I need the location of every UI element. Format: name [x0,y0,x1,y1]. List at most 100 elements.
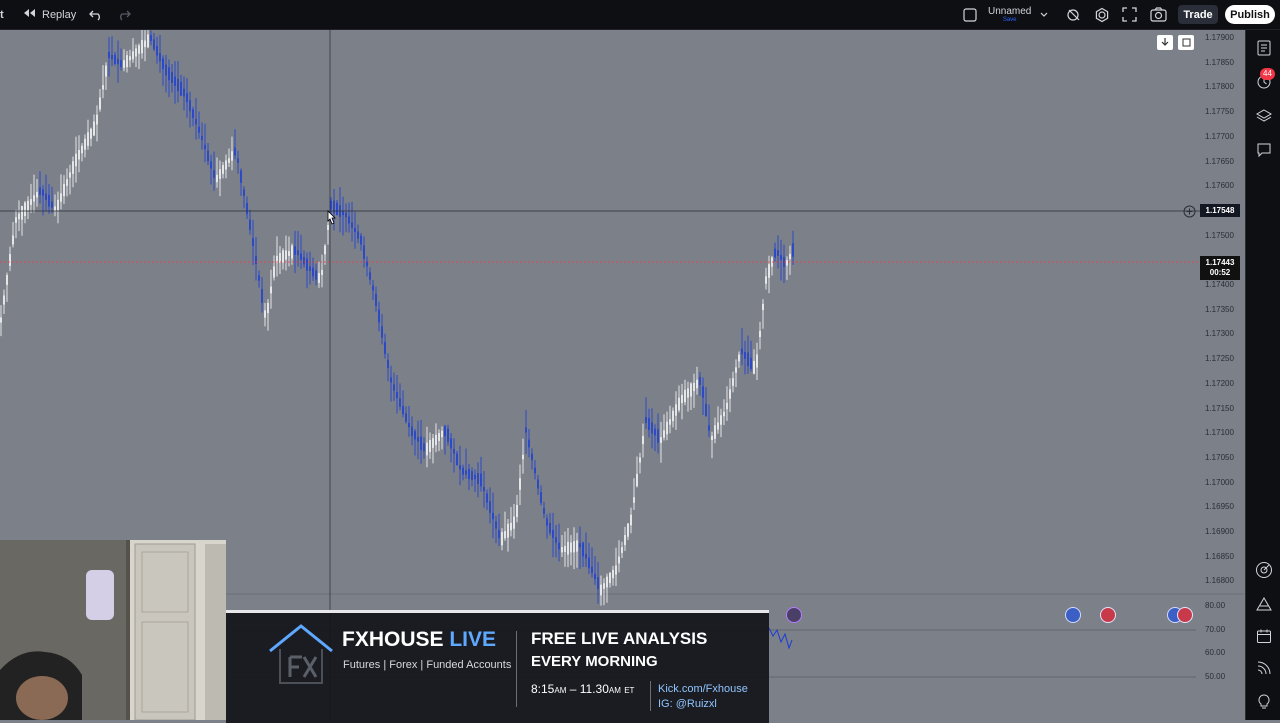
symbol-fragment[interactable]: t [0,0,4,29]
candle-body [717,422,719,430]
settings-icon[interactable] [1094,0,1110,29]
indicator-icon[interactable] [1066,0,1082,29]
rss-icon[interactable] [1254,658,1274,678]
candle-body [540,492,542,503]
candle-body [168,67,170,81]
chat-icon[interactable] [1254,140,1274,160]
price-tick: 1.17150 [1205,403,1234,413]
candle-body [90,128,92,139]
candle-body [249,219,251,230]
current-price-value: 1.17443 [1205,258,1235,267]
candle-body [507,523,509,538]
candle-body [225,160,227,170]
candle-body [669,419,671,425]
candle-body [471,471,473,480]
candle-body [141,40,143,54]
candle-body [609,572,611,584]
candle-body [318,273,320,283]
watchlist-icon[interactable] [1254,38,1274,58]
candle-body [165,64,167,76]
candle-body [135,48,137,57]
candle-body [747,352,749,367]
candle-body [315,270,317,280]
candle-body [675,404,677,416]
candle-body [198,126,200,133]
candle-body [474,474,476,480]
price-tick: 1.17300 [1205,329,1234,339]
banner-brand: FXHOUSE LIVE [342,628,496,652]
calendar-icon[interactable] [1254,626,1274,646]
candle-body [459,465,461,470]
candle-body [594,573,596,580]
candle-body [516,504,518,518]
chevron-down-icon[interactable] [1040,0,1048,29]
candle-body [348,216,350,224]
candle-body [738,354,740,362]
price-tick: 1.16800 [1205,576,1234,586]
banner-schedule: 8:15AM – 11.30AM ET [531,682,635,696]
candle-body [498,530,500,538]
candle-body [735,367,737,373]
candle-body [534,467,536,474]
candle-body [573,541,575,553]
top-toolbar: t Replay Unnamed Save Trade Publish [0,0,1280,30]
candle-body [444,425,446,437]
candle-body [591,566,593,573]
candle-body [420,436,422,450]
candle-body [768,264,770,278]
layout-icon[interactable] [963,0,977,29]
candle-body [753,360,755,374]
candle-body [546,518,548,526]
candle-body [285,250,287,260]
redo-icon[interactable] [117,0,131,29]
event-us-icon[interactable] [1100,607,1116,623]
candle-body [93,121,95,136]
candle-body [438,433,440,441]
candle-body [120,60,122,67]
candle-body [603,583,605,589]
triangle-icon[interactable] [1254,594,1274,614]
candle-body [618,556,620,564]
candle-body [447,428,449,443]
candle-body [558,542,560,550]
kick-link[interactable]: Kick.com/Fxhouse [658,683,748,695]
candle-body [291,245,293,259]
candle-body [192,109,194,119]
camera-icon[interactable] [1150,0,1167,29]
candle-body [555,537,557,543]
candle-body [180,81,182,96]
event-group-icon[interactable] [1177,607,1193,623]
candle-body [780,255,782,260]
candle-body [726,402,728,410]
layout-name-button[interactable]: Unnamed Save [988,0,1031,29]
target-icon[interactable] [1254,560,1274,580]
candle-body [789,253,791,260]
candle-body [600,584,602,596]
event-eu-icon[interactable] [1065,607,1081,623]
reset-chart-icon[interactable] [1178,35,1194,50]
price-tick: 1.17650 [1205,156,1234,166]
candle-body [510,522,512,531]
price-tick: 1.17200 [1205,378,1234,388]
candle-body [354,227,356,233]
fullscreen-icon[interactable] [1122,0,1137,29]
scroll-to-latest-icon[interactable] [1157,35,1173,50]
undo-icon[interactable] [89,0,103,29]
instagram-link[interactable]: IG: @Ruizxl [658,698,717,710]
candle-body [216,174,218,183]
trade-button[interactable]: Trade [1178,5,1218,24]
publish-button[interactable]: Publish [1225,5,1275,24]
candle-body [408,422,410,428]
layers-icon[interactable] [1254,106,1274,126]
candle-body [153,39,155,50]
candle-body [111,54,113,60]
add-alert-icon[interactable] [1183,205,1196,218]
replay-button[interactable]: Replay [18,0,80,29]
candle-body [384,342,386,354]
candle-body [681,394,683,404]
event-lightning-icon[interactable] [786,607,802,623]
candle-body [306,258,308,271]
candle-body [60,193,62,202]
candle-body [381,326,383,338]
lightbulb-icon[interactable] [1254,692,1274,712]
